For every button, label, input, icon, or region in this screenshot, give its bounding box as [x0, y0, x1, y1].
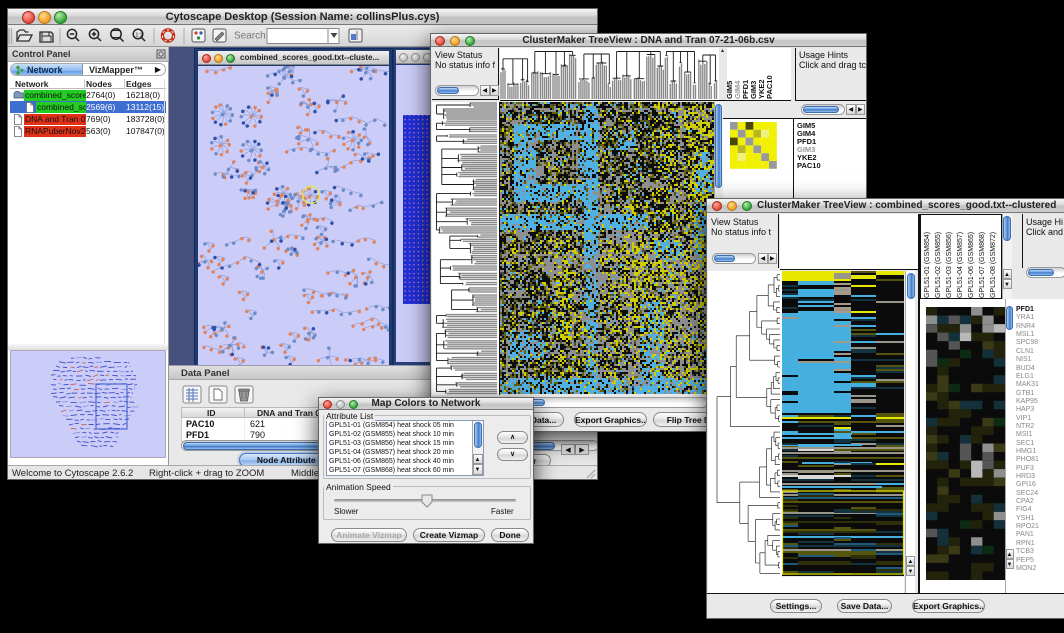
- svg-text:GPL51-01 (GSM854): GPL51-01 (GSM854): [924, 232, 931, 298]
- svg-text:Search:: Search:: [234, 31, 268, 42]
- svg-text:GPL51-02 (GSM855): GPL51-02 (GSM855): [935, 232, 942, 298]
- svg-text:GPL51-03 (GSM856): GPL51-03 (GSM856): [946, 232, 953, 298]
- svg-text:1:1: 1:1: [136, 33, 143, 39]
- svg-text:GPL51-08 (GSM872): GPL51-08 (GSM872): [990, 232, 997, 298]
- svg-text:PAC10: PAC10: [765, 75, 774, 99]
- svg-text:GPL51-06 (GSM865): GPL51-06 (GSM865): [968, 232, 975, 298]
- svg-text:GPL51-04 (GSM857): GPL51-04 (GSM857): [957, 232, 964, 298]
- svg-text:GPL51-07 (GSM868): GPL51-07 (GSM868): [979, 232, 986, 298]
